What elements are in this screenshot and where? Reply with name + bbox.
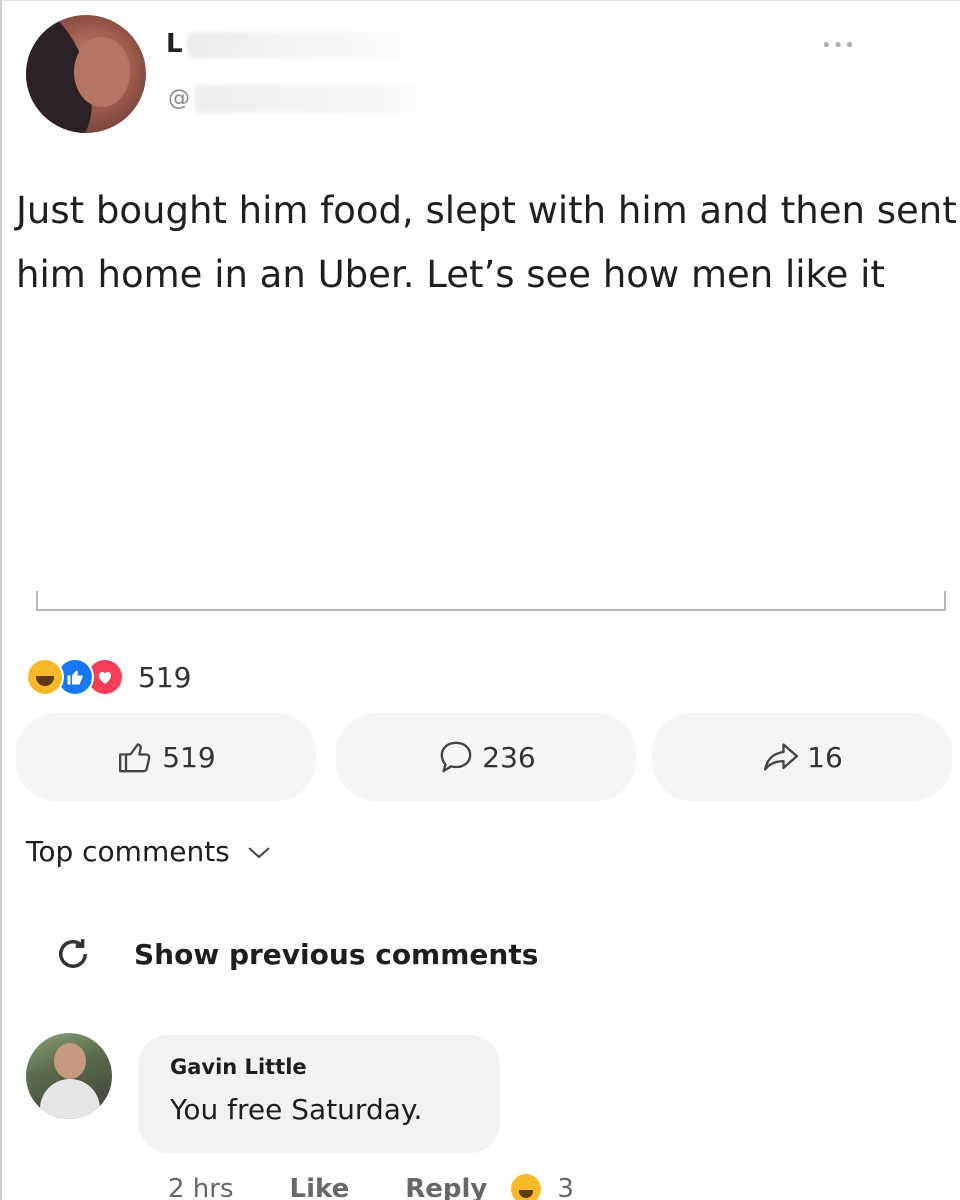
comment-bubble-icon	[440, 741, 472, 773]
comment-meta-row: 2 hrs Like Reply 3	[168, 1169, 574, 1200]
redacted-name	[186, 31, 427, 58]
post-frame: L @ ••• Just bought him food, slept with…	[0, 0, 960, 1200]
like-button[interactable]: 519	[16, 713, 316, 801]
comment-timestamp[interactable]: 2 hrs	[168, 1174, 234, 1200]
comment-text: You free Saturday.	[170, 1093, 423, 1126]
like-count: 519	[162, 740, 216, 774]
comment-sort-dropdown[interactable]: Top comments	[26, 835, 272, 868]
reaction-count: 519	[138, 660, 192, 694]
tweet-author-initial: L	[166, 29, 183, 59]
comment-author-name[interactable]: Gavin Little	[170, 1055, 307, 1079]
tweet-author-avatar[interactable]	[26, 15, 146, 133]
comment-reaction-count[interactable]: 3	[557, 1174, 574, 1200]
show-previous-comments-label: Show previous comments	[134, 937, 539, 971]
comment-sort-label: Top comments	[26, 835, 230, 868]
haha-icon	[511, 1174, 542, 1200]
tweet-author-name[interactable]: L	[166, 29, 427, 59]
show-previous-comments-link[interactable]: Show previous comments	[52, 933, 538, 975]
comment-reply-button[interactable]: Reply	[405, 1174, 487, 1200]
embedded-tweet[interactable]: L @ ••• Just bought him food, slept with…	[16, 1, 960, 616]
chevron-down-icon	[248, 846, 270, 858]
comment-button[interactable]: 236	[336, 713, 636, 801]
redacted-handle	[194, 85, 434, 113]
tweet-author-handle: @	[168, 85, 434, 113]
action-bar: 519 236 16	[16, 713, 952, 803]
thumbs-up-icon	[119, 743, 151, 773]
haha-icon	[26, 658, 64, 696]
more-options-icon[interactable]: •••	[821, 35, 856, 56]
refresh-icon	[59, 939, 87, 968]
handle-at-sign: @	[168, 86, 190, 111]
share-count: 16	[807, 740, 843, 774]
comment-bubble: Gavin Little You free Saturday.	[138, 1035, 500, 1153]
share-arrow-icon	[764, 743, 799, 771]
comment-count: 236	[482, 740, 536, 774]
reaction-summary[interactable]: 519	[26, 655, 191, 699]
tweet-card-border	[36, 591, 946, 611]
share-button[interactable]: 16	[652, 713, 952, 801]
comment-like-button[interactable]: Like	[290, 1174, 350, 1200]
tweet-text: Just bought him food, slept with him and…	[16, 189, 957, 296]
commenter-avatar[interactable]	[26, 1033, 112, 1119]
